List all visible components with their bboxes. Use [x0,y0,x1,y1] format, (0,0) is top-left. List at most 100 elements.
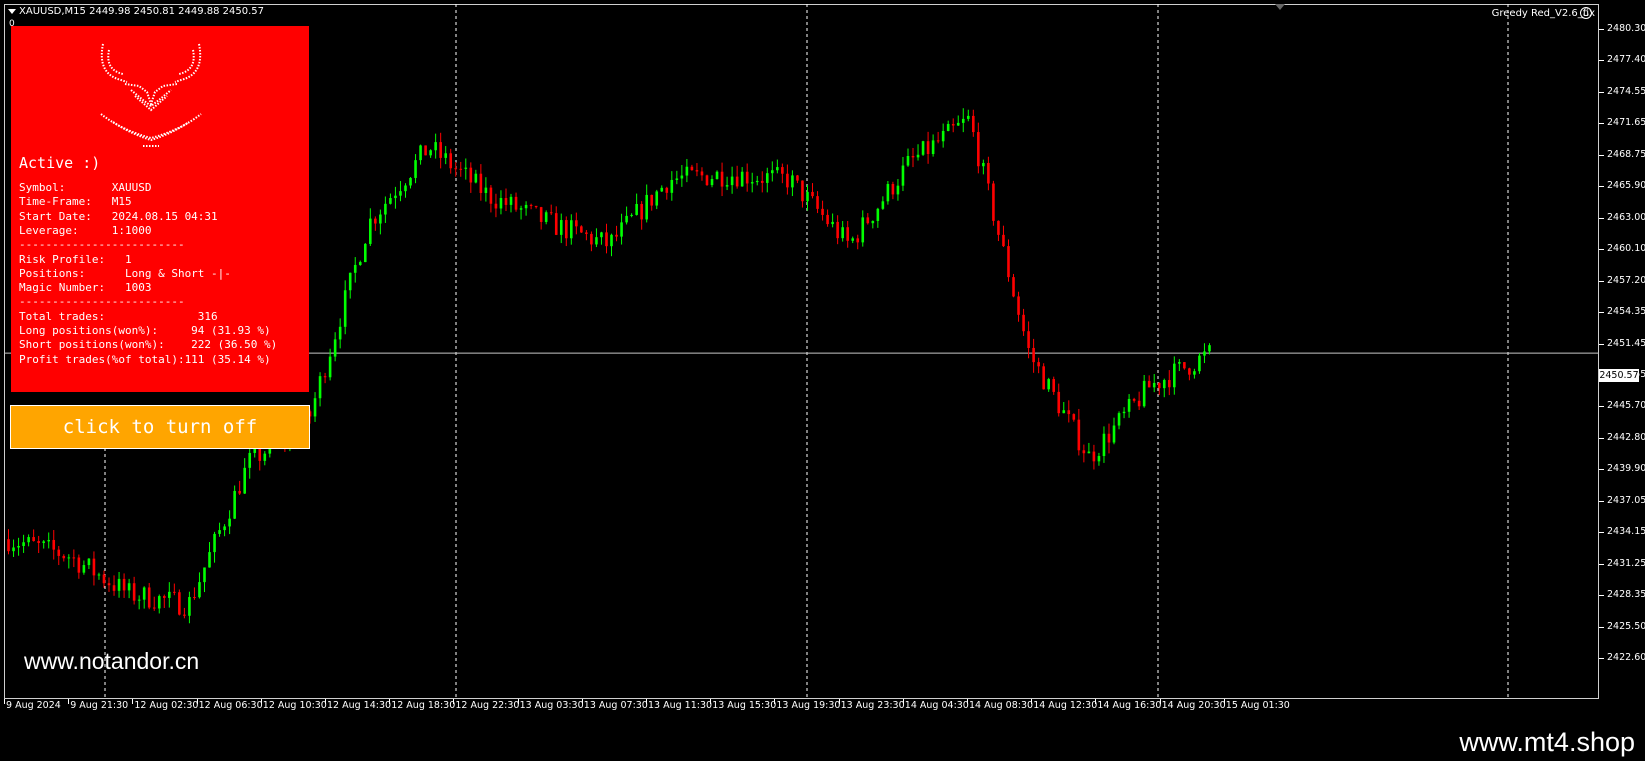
candle-body [127,583,131,591]
candle-body [851,238,855,241]
candle-body [87,558,91,566]
price-label: 2431.25 [1607,557,1645,569]
candle-body [1077,419,1081,451]
candle-body [107,583,111,586]
candle-body [725,185,729,187]
candle-body [836,221,839,239]
candle-body [444,153,447,158]
time-label: 12 Aug 14:30 [327,700,392,711]
candle-body [97,574,101,576]
time-label: 12 Aug 02:30 [134,700,199,711]
candle-body [1102,433,1106,457]
candle-body [876,208,880,221]
time-tick [774,699,776,704]
candle-body [188,597,191,616]
turn-off-button[interactable]: click to turn off [10,405,310,449]
smile-icon[interactable] [1580,7,1592,19]
candle-body [826,214,829,225]
candle-body [333,339,337,357]
price-label: 2477.40 [1607,54,1645,66]
candle-body [730,176,734,186]
dropdown-triangle-icon[interactable] [8,8,16,14]
candle-body [409,177,412,186]
candle-body [1183,362,1186,369]
candle-body [353,264,357,273]
time-label: 13 Aug 03:30 [519,700,584,711]
candle-body [1152,382,1156,388]
candle-body [132,583,136,601]
candle-body [871,220,875,224]
candle-body [1017,296,1020,315]
candle-body [916,154,920,158]
candle-body [1137,400,1141,407]
candle-body [811,191,814,197]
ea-status: Active :) [19,154,101,172]
candle-body [544,212,548,222]
price-tick [1599,500,1604,502]
candle-body [399,191,402,196]
candle-body [1002,234,1005,247]
time-label: 15 Aug 01:30 [1225,700,1290,711]
candle-body [32,537,35,542]
candle-body [157,596,161,609]
info-row: Short positions(won%): 222 (36.50 %) [19,338,278,352]
candle-body [690,166,694,171]
candle-body [117,578,121,591]
time-label: 13 Aug 23:30 [840,700,905,711]
candle-body [1057,391,1061,414]
candle-body [1193,371,1196,375]
candle-body [162,596,166,598]
candle-body [982,162,985,167]
time-tick [4,699,5,704]
candle-body [695,170,699,172]
candle-body [112,585,116,591]
price-label: 2434.15 [1607,526,1645,538]
candle-body [338,326,342,340]
candle-body [238,490,241,494]
time-label: 14 Aug 08:30 [969,700,1034,711]
candle-body [1082,450,1086,454]
price-axis[interactable]: 2480.30 2477.40 2474.55 2471.65 2468.75 2465.… [1599,4,1645,699]
candle-body [881,201,885,209]
price-label: 2463.00 [1607,211,1645,223]
time-tick [838,699,840,704]
candle-body [1092,451,1096,462]
price-label: 2445.70 [1607,400,1645,412]
shift-marker-icon[interactable] [1275,4,1285,10]
candle-body [951,123,955,126]
candle-body [248,452,252,468]
candle-body [449,153,453,169]
candle-body [147,587,151,608]
candle-body [233,490,236,519]
candle-body [605,232,608,247]
info-row: ------------------------- [19,295,185,309]
price-tick [1599,154,1604,156]
candle-body [1072,414,1076,420]
candle-body [987,162,990,184]
price-tick [1599,91,1604,93]
candle-body [796,175,799,181]
candle-body [806,191,809,202]
candle-body [203,567,206,583]
time-tick [902,699,904,704]
candle-body [977,132,980,167]
candle-body [570,220,573,239]
price-label: 2439.90 [1607,463,1645,475]
price-tick [1599,469,1604,471]
candle-body [559,220,563,235]
price-tick [1599,343,1604,345]
time-tick [453,699,455,704]
candle-body [1087,451,1091,454]
candle-body [630,214,633,216]
ea-info-panel: Active :) Symbol: XAUUSD Time-Frame: M15 S… [11,26,309,392]
price-label: 2422.60 [1607,652,1645,663]
time-label: 14 Aug 20:30 [1161,700,1226,711]
candle-body [92,558,96,576]
price-tick [1599,60,1604,62]
candle-body [655,191,659,206]
time-label: 14 Aug 12:30 [1033,700,1098,711]
current-price-label: 2450.57 [1599,369,1639,382]
price-tick [1599,406,1604,408]
candle-body [529,204,533,206]
candle-body [404,185,407,192]
